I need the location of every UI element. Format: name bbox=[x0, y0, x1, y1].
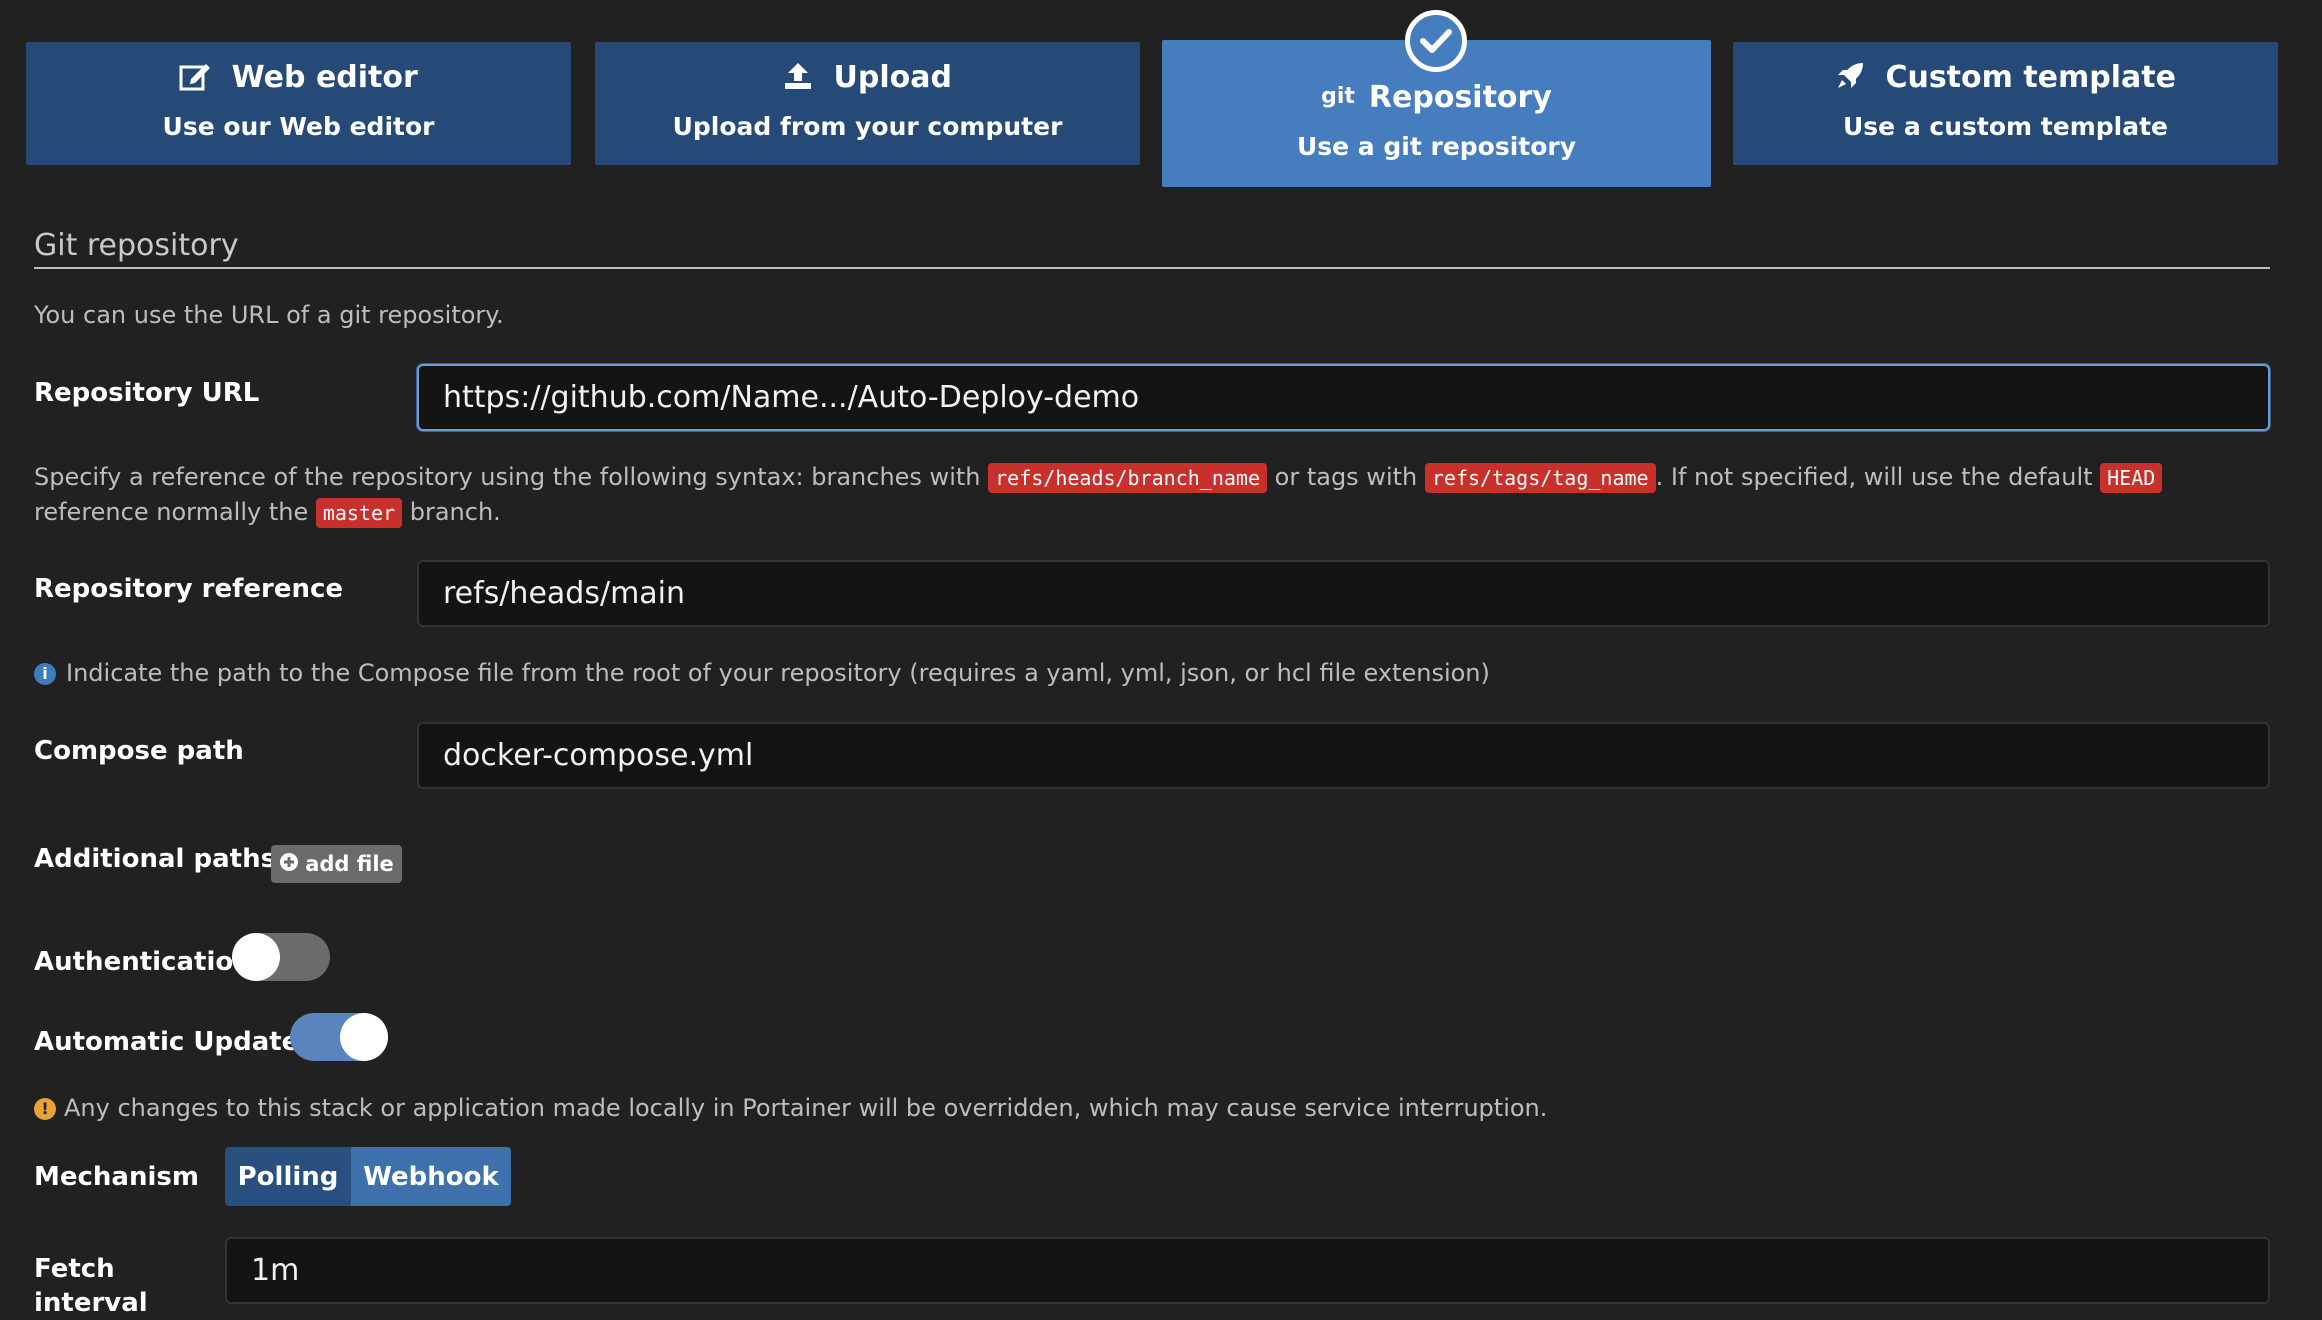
additional-paths-label: Additional paths bbox=[34, 844, 277, 874]
repo-ref-input[interactable]: refs/heads/main bbox=[417, 560, 2270, 627]
method-subtitle: Use our Web editor bbox=[162, 112, 435, 141]
repo-ref-value: refs/heads/main bbox=[443, 576, 686, 611]
fetch-interval-label: Fetch interval bbox=[34, 1254, 148, 1318]
code-tag-syntax: refs/tags/tag_name bbox=[1424, 463, 1656, 493]
plus-circle-icon bbox=[279, 852, 299, 877]
upload-icon bbox=[783, 60, 833, 95]
authentication-toggle[interactable] bbox=[232, 933, 330, 981]
toggle-knob bbox=[340, 1013, 388, 1061]
code-master: master bbox=[315, 498, 403, 528]
mechanism-polling[interactable]: Polling bbox=[225, 1147, 351, 1206]
code-head: HEAD bbox=[2100, 463, 2163, 493]
method-title: Upload bbox=[833, 60, 952, 95]
repo-url-label: Repository URL bbox=[34, 378, 260, 408]
info-icon: i bbox=[34, 663, 56, 685]
method-upload[interactable]: Upload Upload from your computer bbox=[595, 42, 1140, 165]
method-subtitle: Use a custom template bbox=[1843, 112, 2168, 141]
fetch-interval-value: 1m bbox=[251, 1253, 300, 1288]
mechanism-label: Mechanism bbox=[34, 1162, 199, 1192]
ref-help-text: Specify a reference of the repository us… bbox=[34, 460, 2284, 530]
section-title: Git repository bbox=[34, 228, 239, 263]
mechanism-selector: Polling Webhook bbox=[225, 1147, 511, 1206]
compose-path-label: Compose path bbox=[34, 736, 244, 766]
repo-url-value: https://github.com/Name.../Auto-Deploy-d… bbox=[443, 380, 1140, 415]
automatic-updates-toggle[interactable] bbox=[290, 1013, 388, 1061]
automatic-updates-label: Automatic Updates bbox=[34, 1027, 315, 1057]
toggle-knob bbox=[232, 933, 280, 981]
intro-text: You can use the URL of a git repository. bbox=[34, 301, 504, 329]
method-title: Web editor bbox=[231, 60, 418, 95]
rocket-icon bbox=[1835, 60, 1885, 95]
fetch-interval-input[interactable]: 1m bbox=[225, 1237, 2270, 1304]
method-custom-template[interactable]: Custom template Use a custom template bbox=[1733, 42, 2278, 165]
method-title: Custom template bbox=[1885, 60, 2176, 95]
git-icon: git bbox=[1321, 84, 1355, 109]
checkmark-icon bbox=[1405, 10, 1467, 72]
method-title: Repository bbox=[1368, 80, 1552, 115]
section-divider bbox=[34, 267, 2270, 269]
compose-path-value: docker-compose.yml bbox=[443, 738, 754, 773]
repo-ref-label: Repository reference bbox=[34, 574, 344, 604]
compose-path-input[interactable]: docker-compose.yml bbox=[417, 722, 2270, 789]
mechanism-webhook[interactable]: Webhook bbox=[351, 1147, 511, 1206]
edit-icon bbox=[179, 60, 231, 95]
compose-help-text: i Indicate the path to the Compose file f… bbox=[34, 656, 1490, 690]
override-warning-text: ! Any changes to this stack or applicatio… bbox=[34, 1091, 1547, 1125]
code-branch-syntax: refs/heads/branch_name bbox=[988, 463, 1268, 493]
method-web-editor[interactable]: Web editor Use our Web editor bbox=[26, 42, 571, 165]
warning-icon: ! bbox=[34, 1098, 56, 1120]
repo-url-input[interactable]: https://github.com/Name.../Auto-Deploy-d… bbox=[417, 364, 2270, 431]
method-subtitle: Use a git repository bbox=[1296, 132, 1577, 161]
add-file-button[interactable]: add file bbox=[271, 845, 402, 883]
authentication-label: Authentication bbox=[34, 947, 252, 977]
method-subtitle: Upload from your computer bbox=[672, 112, 1063, 141]
